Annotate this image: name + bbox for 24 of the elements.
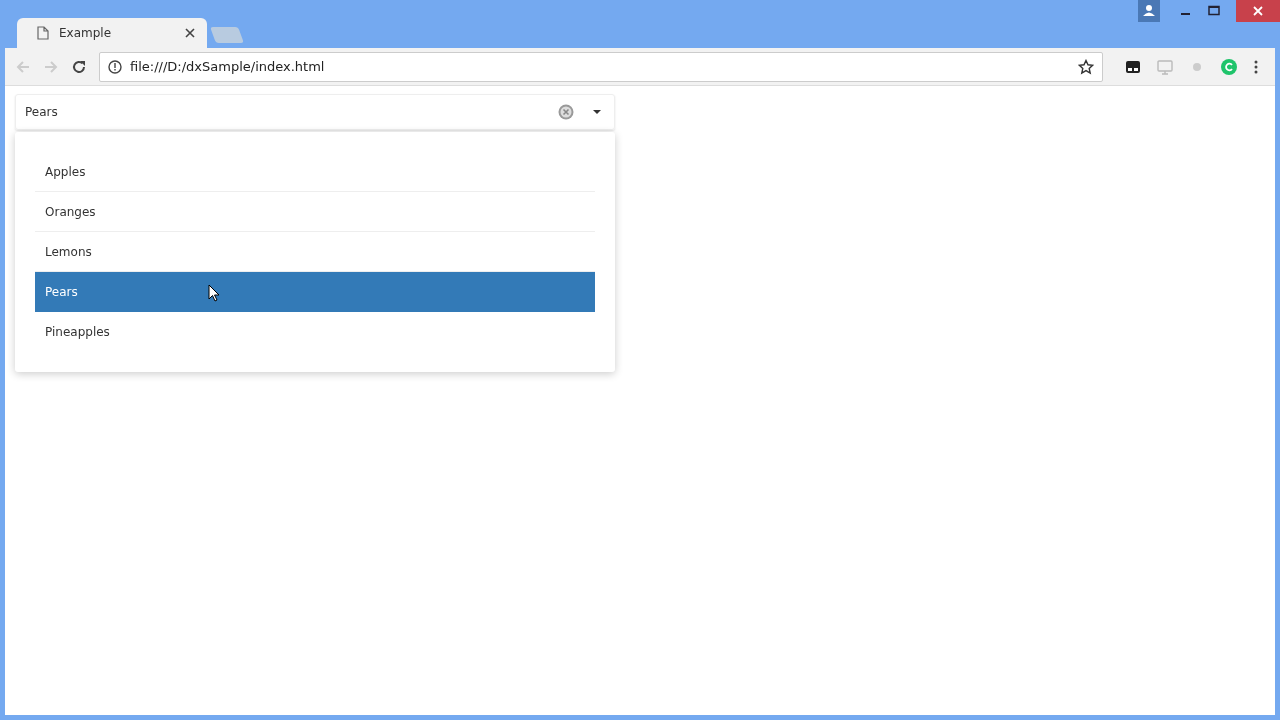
clear-icon[interactable] — [558, 104, 574, 120]
address-bar[interactable]: file:///D:/dxSample/index.html — [99, 51, 1103, 82]
maximize-icon[interactable] — [1208, 5, 1220, 17]
close-button[interactable] — [1236, 0, 1280, 22]
cursor-icon — [208, 284, 220, 302]
menu-icon[interactable] — [1253, 58, 1259, 75]
list-item[interactable]: Oranges — [35, 192, 595, 232]
info-icon[interactable] — [108, 59, 122, 74]
list-item[interactable]: Pineapples — [35, 312, 595, 352]
profile-icon[interactable] — [1138, 0, 1160, 22]
star-icon[interactable] — [1078, 58, 1094, 75]
reload-icon[interactable] — [71, 58, 87, 75]
caret-icon[interactable] — [592, 109, 602, 115]
list-item[interactable]: Apples — [35, 152, 595, 192]
close-icon[interactable] — [185, 28, 195, 38]
extension-icon[interactable] — [1125, 58, 1141, 75]
close-icon — [1253, 6, 1263, 16]
browser-tab[interactable]: Example — [17, 18, 207, 48]
list-item[interactable]: Pears — [35, 272, 595, 312]
select-box[interactable]: Pears — [15, 94, 615, 130]
url-text: file:///D:/dxSample/index.html — [130, 59, 326, 74]
tab-title: Example — [59, 26, 113, 40]
page-icon — [37, 26, 49, 40]
select-value: Pears — [25, 105, 59, 119]
